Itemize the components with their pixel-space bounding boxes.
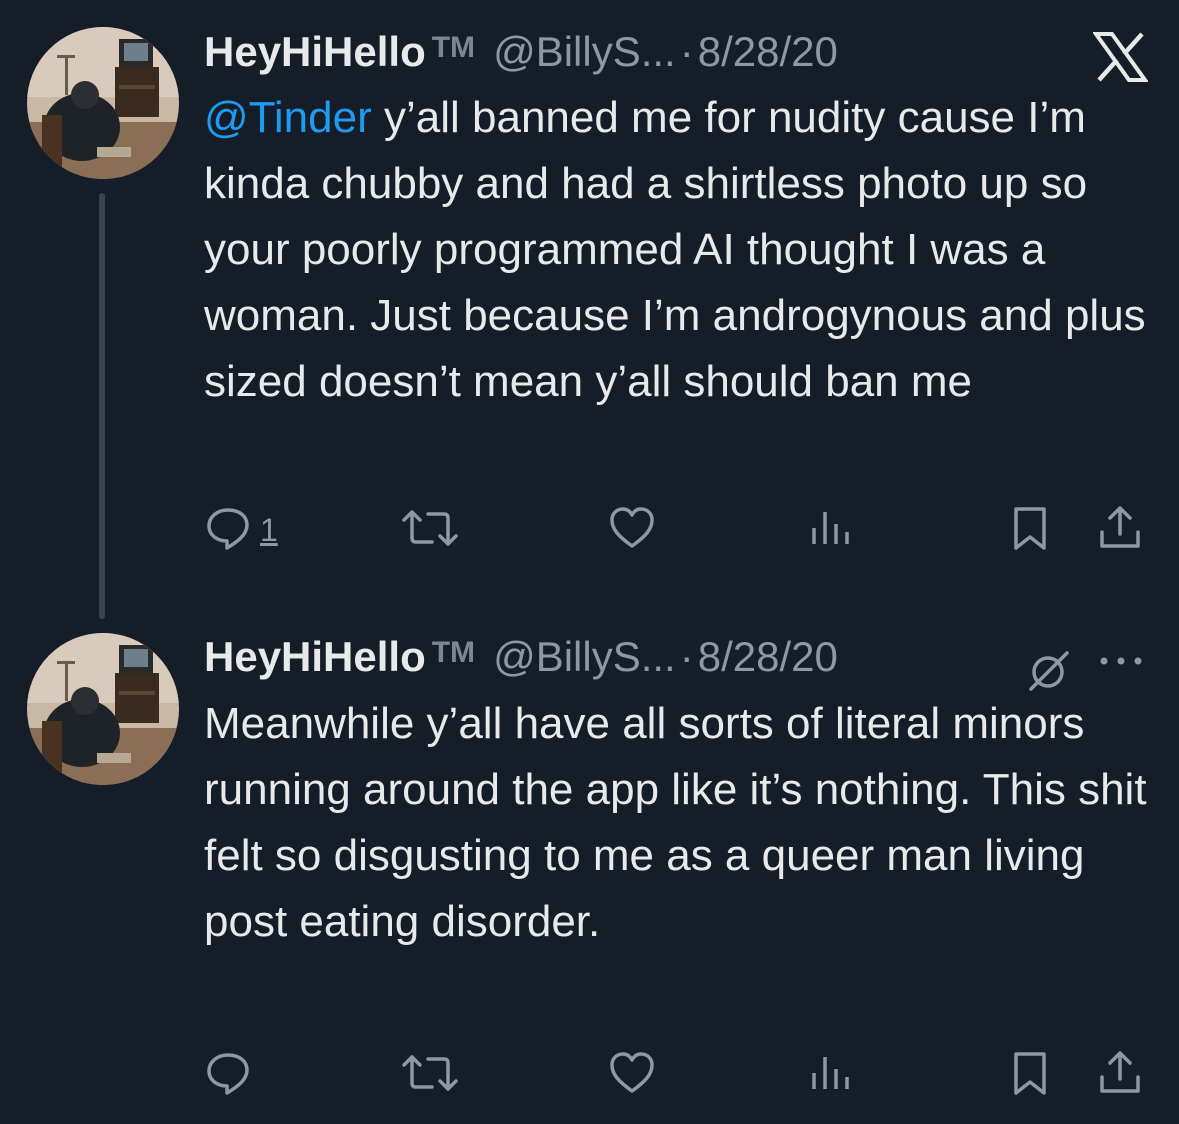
views-button[interactable] <box>806 500 854 560</box>
share-button[interactable] <box>1096 500 1144 560</box>
reply-count: 1 <box>260 511 278 548</box>
retweet-icon <box>402 504 458 557</box>
action-bar: 1 <box>0 500 1179 560</box>
handle[interactable]: @BillyS... <box>493 26 676 78</box>
separator: · <box>679 633 694 680</box>
retweet-button[interactable] <box>402 1045 458 1105</box>
display-name[interactable]: HeyHiHello <box>204 631 426 683</box>
x-logo-icon <box>1092 32 1149 82</box>
timestamp[interactable]: 8/28/20 <box>698 631 838 683</box>
tweet-text: Meanwhile y’all have all sorts of litera… <box>204 699 1147 946</box>
like-button[interactable] <box>608 1045 656 1105</box>
avatar[interactable] <box>27 27 179 179</box>
views-icon <box>806 504 854 557</box>
reply-button[interactable]: 1 <box>204 500 278 560</box>
share-button[interactable] <box>1096 1045 1144 1105</box>
tweet-header: HeyHiHello TM @BillyS... · 8/28/20 <box>204 26 838 78</box>
bookmark-button[interactable] <box>1006 500 1054 560</box>
reply-icon <box>204 504 252 557</box>
views-icon <box>806 1049 854 1102</box>
retweet-icon <box>402 1049 458 1102</box>
like-icon <box>608 504 656 557</box>
reply-icon <box>204 1049 252 1102</box>
more-icon[interactable] <box>1098 651 1144 671</box>
display-name[interactable]: HeyHiHello <box>204 26 426 78</box>
share-icon <box>1096 1049 1144 1102</box>
tweet-header: HeyHiHello TM @BillyS... · 8/28/20 <box>204 631 838 683</box>
like-icon <box>608 1049 656 1102</box>
hidden-reply-icon[interactable] <box>1023 645 1073 695</box>
reply-button[interactable] <box>204 1045 252 1105</box>
avatar[interactable] <box>27 633 179 785</box>
tm-badge: TM <box>431 31 476 64</box>
separator: · <box>679 28 694 75</box>
timestamp[interactable]: 8/28/20 <box>698 26 838 78</box>
tweet-1[interactable]: HeyHiHello TM @BillyS... · 8/28/20 @Tind… <box>0 0 1179 625</box>
tm-badge: TM <box>431 636 476 669</box>
mention-link[interactable]: @Tinder <box>204 93 372 142</box>
handle[interactable]: @BillyS... <box>493 631 676 683</box>
views-button[interactable] <box>806 1045 854 1105</box>
action-bar <box>0 1045 1179 1105</box>
like-button[interactable] <box>608 500 656 560</box>
tweet-text: @Tinder y’all banned me for nudity cause… <box>204 85 1164 415</box>
retweet-button[interactable] <box>402 500 458 560</box>
bookmark-icon <box>1006 1049 1054 1102</box>
bookmark-button[interactable] <box>1006 1045 1054 1105</box>
tweet-2[interactable]: HeyHiHello TM @BillyS... · 8/28/20 Meanw… <box>0 625 1179 1124</box>
share-icon <box>1096 504 1144 557</box>
bookmark-icon <box>1006 504 1054 557</box>
